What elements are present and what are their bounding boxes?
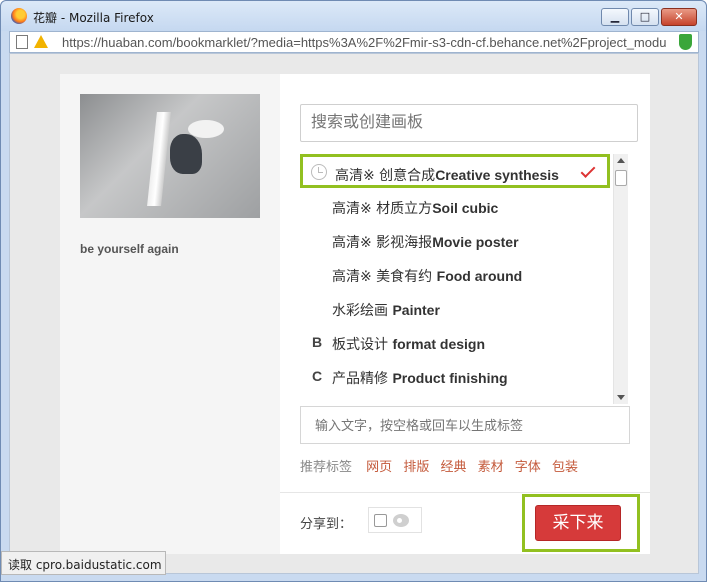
tag-link[interactable]: 字体 — [515, 460, 541, 475]
preview-panel: be yourself again — [60, 74, 280, 554]
board-item-soil-cubic[interactable]: 高清※ 材质立方Soil cubic — [300, 190, 610, 224]
footer-divider — [280, 492, 650, 493]
board-group-letter: C — [312, 368, 323, 384]
preview-figure — [170, 134, 202, 174]
board-item-painter[interactable]: 水彩绘画 Painter — [300, 292, 610, 326]
board-item-product-finishing[interactable]: C 产品精修 Product finishing — [300, 360, 610, 394]
recommended-tags-label: 推荐标签 — [300, 460, 353, 475]
share-weibo-checkbox[interactable] — [374, 514, 387, 527]
status-bar: 读取 cpro.baidustatic.com — [1, 551, 166, 575]
board-search-input[interactable] — [300, 104, 638, 142]
tag-link[interactable]: 素材 — [478, 460, 504, 475]
board-item-movie-poster[interactable]: 高清※ 影视海报Movie poster — [300, 224, 610, 258]
scroll-up-arrow-icon[interactable] — [617, 158, 625, 163]
clock-icon — [311, 164, 327, 180]
tag-link[interactable]: 网页 — [366, 460, 392, 475]
url-text[interactable]: https://huaban.com/bookmarklet/?media=ht… — [62, 35, 672, 50]
minimize-button[interactable]: ▁ — [601, 8, 629, 26]
close-button[interactable]: ✕ — [661, 8, 697, 26]
firefox-icon — [11, 8, 27, 24]
check-icon — [580, 163, 596, 178]
board-group-letter: B — [312, 334, 323, 350]
weibo-icon[interactable] — [393, 514, 409, 527]
warning-icon[interactable] — [34, 35, 48, 48]
preview-tower — [147, 112, 171, 206]
share-options — [368, 507, 422, 533]
board-item-label: 产品精修 Product finishing — [332, 370, 508, 387]
tag-link[interactable]: 经典 — [440, 460, 466, 475]
board-item-label: 高清※ 材质立方Soil cubic — [332, 200, 499, 217]
window-title: 花瓣 - Mozilla Firefox — [33, 11, 154, 25]
board-item-label: 高清※ 美食有约 Food around — [332, 268, 523, 285]
tag-input[interactable] — [300, 406, 630, 444]
address-bar[interactable]: https://huaban.com/bookmarklet/?media=ht… — [9, 31, 699, 53]
board-list: 高清※ 创意合成Creative synthesis 高清※ 材质立方Soil … — [300, 154, 630, 404]
shield-icon[interactable] — [679, 34, 692, 50]
preview-image — [80, 94, 260, 218]
board-item-label: 水彩绘画 Painter — [332, 302, 440, 319]
scroll-thumb[interactable] — [615, 170, 627, 186]
submit-highlight: 采下来 — [522, 494, 640, 552]
share-label: 分享到： — [300, 517, 353, 532]
board-item-label: 板式设计 format design — [332, 336, 486, 353]
page-icon — [16, 35, 28, 49]
preview-caption: be yourself again — [80, 242, 179, 256]
board-item-creative-synthesis[interactable]: 高清※ 创意合成Creative synthesis — [300, 154, 610, 188]
tag-link[interactable]: 包装 — [552, 460, 578, 475]
browser-window: 花瓣 - Mozilla Firefox ▁ □ ✕ https://huaba… — [0, 0, 707, 582]
page-viewport: be yourself again 高清※ 创意合成Creative synth… — [9, 53, 699, 574]
board-panel: 高清※ 创意合成Creative synthesis 高清※ 材质立方Soil … — [280, 74, 650, 554]
recommended-tags: 推荐标签 网页 排版 经典 素材 字体 包装 — [300, 456, 585, 475]
board-item-label: 高清※ 影视海报Movie poster — [332, 234, 519, 251]
title-bar: 花瓣 - Mozilla Firefox ▁ □ ✕ — [1, 1, 706, 31]
maximize-button[interactable]: □ — [631, 8, 659, 26]
board-list-scrollbar[interactable] — [613, 154, 628, 404]
tag-link[interactable]: 排版 — [403, 460, 429, 475]
scroll-down-arrow-icon[interactable] — [617, 395, 625, 400]
board-item-food-around[interactable]: 高清※ 美食有约 Food around — [300, 258, 610, 292]
board-item-format-design[interactable]: B 板式设计 format design — [300, 326, 610, 360]
collect-button[interactable]: 采下来 — [535, 505, 621, 541]
board-item-label: 高清※ 创意合成Creative synthesis — [335, 167, 559, 184]
